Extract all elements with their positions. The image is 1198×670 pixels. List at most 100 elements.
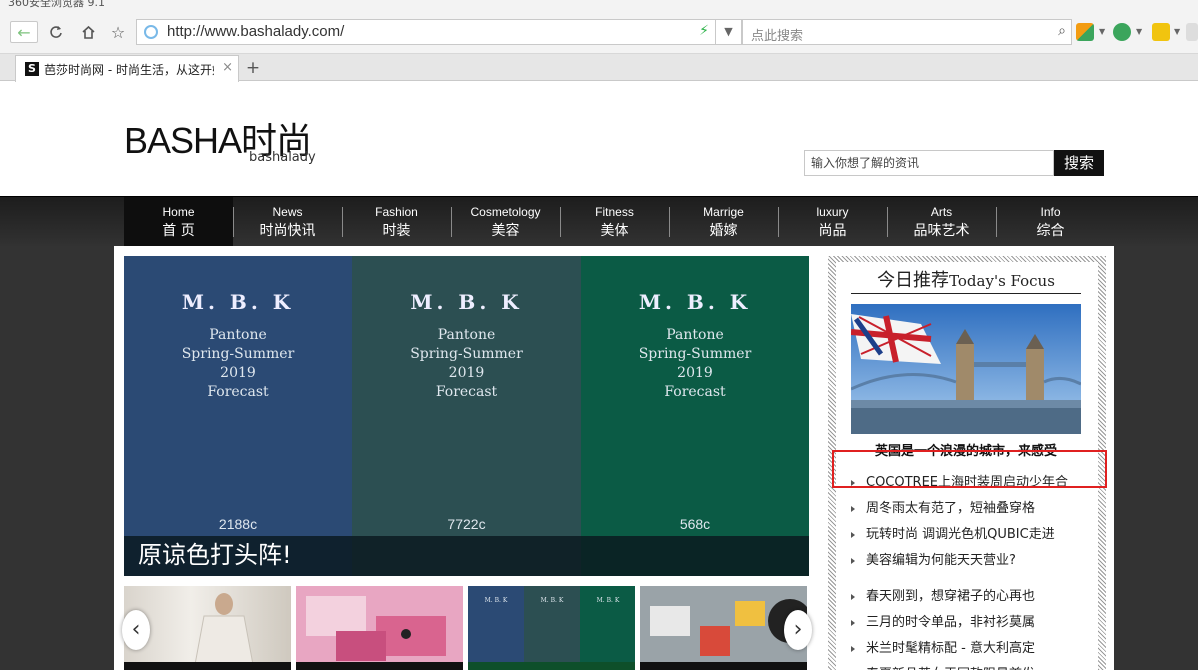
browser-search-box[interactable]: 点此搜索 ⌕ — [742, 19, 1072, 45]
nav-label-zh: 时装 — [382, 223, 411, 239]
address-bar[interactable]: http://www.bashalady.com/ ⚡ — [136, 19, 716, 45]
color-swatch: M. B. K Pantone Spring-Summer 2019 Forec… — [352, 256, 581, 576]
nav-label-zh: 品味艺术 — [913, 223, 970, 239]
nav-label-en: Info — [1040, 205, 1061, 219]
hero-banner[interactable]: M. B. K Pantone Spring-Summer 2019 Forec… — [124, 256, 809, 576]
nav-label-en: Home — [162, 205, 195, 219]
swatch-code: 7722c — [447, 516, 486, 532]
security-icon[interactable] — [1113, 23, 1131, 41]
swatch-code: 568c — [679, 516, 711, 532]
nav-label-en: Arts — [930, 205, 953, 219]
swatch-brand: M. B. K — [181, 290, 295, 314]
search-icon[interactable]: ⌕ — [1058, 23, 1066, 39]
office-items-image — [650, 599, 807, 656]
star-icon: ☆ — [110, 22, 126, 42]
swatch-line: Pantone — [666, 327, 724, 343]
new-tab-button[interactable]: + — [242, 57, 264, 79]
nav-fitness[interactable]: Fitness 美体 — [560, 197, 669, 247]
nav-label-zh: 美体 — [600, 223, 629, 239]
nav-home[interactable]: Home 首 页 — [124, 197, 233, 247]
home-button[interactable] — [76, 21, 100, 43]
list-item[interactable]: 春天刚到，想穿裙子的心再也 — [851, 584, 1091, 610]
nav-label-en: Cosmetology — [470, 205, 541, 219]
nav-label-en: luxury — [816, 205, 849, 219]
nav-label-zh: 尚品 — [818, 223, 847, 239]
speed-mode-icon[interactable]: ⚡ — [699, 23, 709, 39]
nav-fashion[interactable]: Fashion 时装 — [342, 197, 451, 247]
site-logo[interactable]: BASHA时尚 bashalady — [124, 112, 316, 165]
nav-news[interactable]: News 时尚快讯 — [233, 197, 342, 247]
address-url[interactable]: http://www.bashalady.com/ — [167, 23, 344, 40]
extension-icon[interactable] — [1152, 23, 1170, 41]
svg-text:M. B. K: M. B. K — [485, 597, 508, 604]
list-item[interactable]: 周冬雨太有范了，短袖叠穿格 — [851, 496, 1091, 522]
carousel-prev-button[interactable]: ‹ — [122, 610, 150, 650]
site-search: 搜索 — [804, 150, 1104, 176]
swatch-line: Spring-Summer — [410, 346, 523, 362]
tab-bar: S 芭莎时尚网 - 时尚生活，从这开始 × + — [0, 54, 1198, 82]
nav-label-zh: 综合 — [1036, 223, 1065, 239]
tower-bridge-image — [851, 304, 1081, 434]
nav-luxury[interactable]: luxury 尚品 — [778, 197, 887, 247]
chevron-left-icon: ‹ — [131, 617, 141, 642]
swatch-brand: M. B. K — [638, 290, 752, 314]
thumbnail-bar — [124, 662, 291, 670]
swatch-line: Spring-Summer — [638, 346, 752, 362]
nav-info[interactable]: Info 综合 — [996, 197, 1105, 247]
carousel-next-button[interactable]: › — [784, 610, 812, 650]
nav-label-zh: 婚嫁 — [709, 223, 738, 239]
thumbnail-image[interactable] — [640, 586, 807, 670]
list-item[interactable]: 玩转时尚 调调光色机QUBIC走进 — [851, 522, 1091, 548]
list-item[interactable]: 春夏新品英女王同款限量首发 — [851, 662, 1091, 670]
highlight-box — [832, 450, 1107, 488]
thumbnail-bar — [296, 662, 463, 670]
hero-caption[interactable]: 原谅色打头阵! — [124, 536, 809, 576]
site-header: BASHA时尚 bashalady 搜索 — [0, 82, 1198, 196]
logo-subtext: bashalady — [249, 150, 316, 165]
address-dropdown-button[interactable]: ▼ — [716, 19, 742, 45]
swatch-line: Spring-Summer — [181, 346, 295, 362]
chevron-right-icon: › — [793, 617, 803, 642]
chevron-down-icon[interactable]: ▼ — [1174, 27, 1180, 36]
site-search-button[interactable]: 搜索 — [1054, 150, 1104, 176]
close-tab-icon[interactable]: × — [222, 60, 233, 75]
nav-cosmetology[interactable]: Cosmetology 美容 — [451, 197, 560, 247]
apps-icon[interactable] — [1076, 23, 1094, 41]
more-icon[interactable] — [1186, 23, 1198, 41]
nav-label-zh: 时尚快讯 — [259, 223, 316, 239]
thumbnail-strip: M. B. K M. B. K M. B. K — [124, 586, 809, 670]
news-list: COCOTREE上海时装周启动少年合 周冬雨太有范了，短袖叠穿格 玩转时尚 调调… — [851, 470, 1091, 670]
swatch-text: Pantone Spring-Summer 2019 Forecast — [352, 326, 581, 402]
color-swatch: M. B. K Pantone Spring-Summer 2019 Forec… — [124, 256, 352, 576]
nav-arts[interactable]: Arts 品味艺术 — [887, 197, 996, 247]
nav-label-en: News — [272, 205, 303, 219]
swatch-text: Pantone Spring-Summer 2019 Forecast — [124, 326, 352, 402]
back-button[interactable]: ← — [10, 21, 38, 43]
sidebar-title: 今日推荐Today's Focus — [851, 266, 1081, 294]
window-title: 360安全浏览器 9.1 — [8, 0, 105, 9]
nav-marriage[interactable]: Marrige 婚嫁 — [669, 197, 778, 247]
swatch-brand: M. B. K — [410, 290, 523, 314]
thumbnail-bar — [640, 662, 807, 670]
reload-button[interactable] — [44, 21, 68, 43]
swatch-text: Pantone Spring-Summer 2019 Forecast — [581, 326, 809, 402]
list-item[interactable]: 美容编辑为何能天天营业? — [851, 548, 1091, 574]
focus-image[interactable] — [851, 304, 1081, 434]
thumbnail-image[interactable] — [296, 586, 463, 670]
site-search-input[interactable] — [804, 150, 1054, 176]
favorite-button[interactable]: ☆ — [106, 21, 130, 43]
list-item[interactable]: 三月的时令单品，非衬衫莫属 — [851, 610, 1091, 636]
swatch-line: Pantone — [437, 327, 496, 343]
site-favicon-icon: S — [25, 62, 39, 76]
swatch-line: Forecast — [207, 384, 269, 400]
swatch-line: Forecast — [435, 384, 498, 400]
nav-label-en: Marrige — [703, 205, 744, 219]
knit-bags-image — [306, 596, 446, 661]
chevron-down-icon[interactable]: ▼ — [1136, 27, 1142, 36]
page-status-icon — [144, 25, 158, 39]
tab-bashalady[interactable]: S 芭莎时尚网 - 时尚生活，从这开始 × — [15, 55, 239, 82]
thumbnail-image[interactable]: M. B. K M. B. K M. B. K — [468, 586, 635, 670]
list-item[interactable]: 米兰时髦精标配 - 意大利高定 — [851, 636, 1091, 662]
chevron-down-icon: ▼ — [724, 25, 733, 38]
chevron-down-icon[interactable]: ▼ — [1099, 27, 1105, 36]
